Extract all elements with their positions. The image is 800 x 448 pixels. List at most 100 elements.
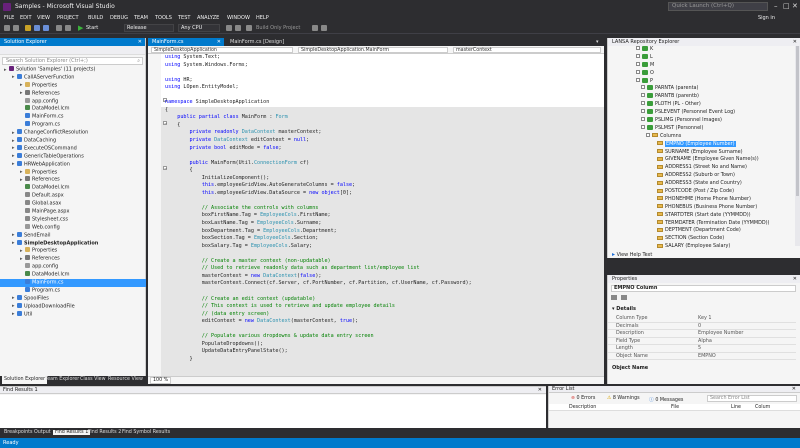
menu-analyze[interactable]: ANALYZE (197, 15, 219, 21)
start-icon[interactable]: ▶ (78, 24, 83, 32)
tree-item[interactable]: MainForm.cs (0, 113, 146, 121)
repository-item[interactable]: DEPTMENT (Department Code) (608, 227, 800, 235)
alphabetical-icon[interactable] (620, 295, 627, 300)
code-line[interactable]: { (165, 167, 472, 175)
repository-item[interactable]: K (608, 46, 800, 54)
property-row[interactable]: Field Type Alpha (608, 338, 796, 346)
repository-item[interactable]: PSLIMG (Personnel Images) (608, 117, 800, 125)
tree-item[interactable]: ▸ CallAServerFunction (0, 73, 146, 82)
rebuild-icon[interactable] (235, 25, 241, 31)
repository-item[interactable]: TERMDATER (Termination Date (YYMMDD)) (608, 220, 800, 228)
tree-item[interactable]: DataModel.lcm (0, 105, 146, 113)
tree-item[interactable]: MainForm.cs (0, 279, 146, 287)
code-line[interactable]: boxSalary.Tag = EmployeeCols.Salary; (165, 243, 472, 251)
class-dropdown[interactable]: SimpleDesktopApplication.MainForm (298, 47, 448, 53)
code-line[interactable]: private readonly DataContext masterConte… (165, 129, 472, 137)
tree-item[interactable]: ▸ References (0, 176, 146, 184)
repository-item[interactable]: PHONEHME (Home Phone Number) (608, 196, 800, 204)
repository-item[interactable]: STARTDTER (Start date (YYMMDD)) (608, 212, 800, 220)
code-line[interactable]: // Create a master context (non-updatabl… (165, 258, 472, 266)
tree-item[interactable]: ▸ ExecuteOSCommand (0, 144, 146, 153)
expand-box-icon[interactable] (641, 124, 645, 129)
code-line[interactable]: using System.Windows.Forms; (165, 62, 472, 70)
code-line[interactable]: } (165, 356, 472, 364)
lansa-scrollbar[interactable] (795, 46, 800, 246)
tree-item[interactable]: Stylesheet.css (0, 215, 146, 224)
menu-debug[interactable]: DEBUG (110, 15, 128, 21)
close-icon[interactable]: ✕ (792, 2, 798, 10)
tree-item[interactable]: ▸ SimpleDesktopApplication (0, 239, 146, 248)
save-icon[interactable] (34, 25, 40, 31)
build-icon[interactable] (226, 25, 232, 31)
menu-test[interactable]: TEST (178, 15, 190, 21)
code-line[interactable]: namespace SimpleDesktopApplication (165, 99, 472, 107)
tree-item[interactable]: app.config (0, 263, 146, 271)
start-button[interactable]: Start (86, 25, 98, 31)
menu-window[interactable]: WINDOW (227, 15, 250, 21)
member-dropdown[interactable]: masterContext (453, 47, 601, 53)
tab-find-results-1[interactable]: Find Results 1 (53, 430, 91, 435)
tree-item[interactable]: ▸ Properties (0, 168, 146, 177)
repository-item[interactable]: PARNTA (parenta) (608, 85, 800, 93)
redo-icon[interactable] (65, 25, 71, 31)
repository-item[interactable]: PLOTH (PL - Other) (608, 101, 800, 109)
expand-box-icon[interactable] (636, 69, 640, 74)
code-line[interactable]: // This context is used to retrieve and … (165, 303, 472, 311)
expand-box-icon[interactable] (636, 61, 640, 66)
tree-item[interactable]: Program.cs (0, 121, 146, 129)
tree-item[interactable]: ▸ DataCaching (0, 137, 146, 145)
code-line[interactable]: public partial class MainForm : Form (165, 114, 472, 122)
property-row[interactable]: Object Name EMPNO (608, 353, 796, 361)
tree-item[interactable]: DataModel.lcm (0, 184, 146, 192)
code-line[interactable] (165, 92, 472, 100)
zoom-level[interactable]: 100 % (150, 377, 172, 384)
tree-item[interactable]: ▸ UploadDownloadFile (0, 302, 146, 311)
tree-item[interactable]: Global.asax (0, 200, 146, 208)
tab-breakpoints[interactable]: Breakpoints (4, 430, 33, 435)
col-file[interactable]: File (671, 405, 679, 410)
repository-item[interactable]: ADDRESS1 (Street No and Name) (608, 164, 800, 172)
code-line[interactable]: this.employeeGridView.AutoGenerateColumn… (165, 182, 472, 190)
comment-icon[interactable] (312, 25, 318, 31)
menu-view[interactable]: VIEW (37, 15, 50, 21)
code-line[interactable]: UpdateDataEntryPanelState(); (165, 348, 472, 356)
tree-item[interactable]: ▸ SendEmail (0, 231, 146, 240)
code-line[interactable] (165, 197, 472, 205)
solution-search-input[interactable]: Search Solution Explorer (Ctrl+;) ⌕ (2, 57, 143, 65)
tab-mainform-design[interactable]: MainForm.cs [Design] (226, 38, 288, 46)
error-list-search[interactable]: Search Error List (707, 395, 797, 402)
menu-file[interactable]: FILE (4, 15, 14, 21)
tree-item[interactable]: Web.config (0, 223, 146, 232)
build-only-project-button[interactable]: Build Only Project (256, 25, 300, 31)
tree-item[interactable]: Program.cs (0, 286, 146, 295)
sign-in-link[interactable]: Sign in (758, 15, 775, 21)
open-folder-icon[interactable] (25, 25, 31, 31)
tree-item[interactable]: ▸ References (0, 255, 146, 263)
tab-team-explorer[interactable]: Team Explorer (45, 377, 79, 382)
property-value[interactable]: Employee Number (698, 330, 743, 338)
expand-box-icon[interactable] (641, 93, 645, 98)
uncomment-icon[interactable] (321, 25, 327, 31)
categorized-icon[interactable] (611, 295, 617, 300)
property-value[interactable]: Alpha (698, 338, 712, 346)
property-value[interactable]: 0 (698, 323, 701, 331)
code-line[interactable]: boxSection.Tag = EmployeeCols.Section; (165, 235, 472, 243)
expand-box-icon[interactable] (646, 132, 650, 137)
tab-resource-view[interactable]: Resource View (108, 377, 143, 382)
tree-item[interactable]: Default.aspx (0, 192, 146, 200)
repository-item[interactable]: EMPNO (Employee Number) (608, 140, 800, 149)
repository-item[interactable]: SALARY (Employee Salary) (608, 243, 800, 251)
close-pane-icon[interactable]: ✕ (138, 38, 142, 46)
code-line[interactable]: PopulateDropdowns(); (165, 341, 472, 349)
save-all-icon[interactable] (43, 25, 49, 31)
code-line[interactable]: boxLastName.Tag = EmployeeCols.Surname; (165, 220, 472, 228)
menu-team[interactable]: TEAM (134, 15, 148, 21)
repository-item[interactable]: SURNAME (Employee Surname) (608, 149, 800, 157)
code-line[interactable]: using LOpen.EntityModel; (165, 84, 472, 92)
code-line[interactable]: { (165, 107, 472, 115)
tab-mainform-cs[interactable]: MainForm.cs ✕ (148, 38, 224, 46)
repository-item[interactable]: ADDRESS3 (State and Country) (608, 180, 800, 188)
property-value[interactable]: EMPNO (698, 353, 716, 361)
tree-item[interactable]: ▸ ChangeConflictResolution (0, 129, 146, 137)
repository-item[interactable]: ADDRESS2 (Suburb or Town) (608, 172, 800, 180)
